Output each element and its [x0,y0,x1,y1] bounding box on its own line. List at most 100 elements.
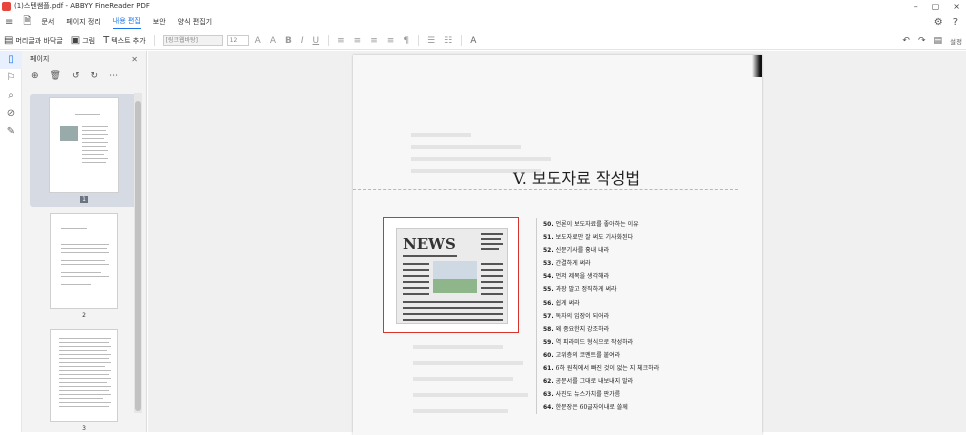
attachment-icon[interactable]: ⊘ [0,105,22,123]
news-image-selection[interactable]: NEWS [383,217,519,333]
more-options-icon[interactable]: ⋯ [109,71,118,81]
font-size-select[interactable]: 12 [226,35,249,46]
menu-edit-content[interactable]: 내용 편집 [112,16,141,29]
bookmark-icon[interactable]: ⚐ [0,69,22,87]
header-footer-icon: ▤ [4,35,14,46]
toc-item-53[interactable]: 53. 간결하게 써라 [537,257,686,270]
news-image-word: NEWS [403,235,456,253]
decrease-font-icon[interactable]: A [270,36,276,46]
toc-item-51[interactable]: 51. 보도자료만 잘 써도 기사화된다 [537,231,686,244]
rotate-right-icon[interactable]: ↻ [91,71,99,81]
save-icon[interactable]: 🗎 [23,14,31,31]
bullet-list-icon[interactable]: ☰ [427,36,435,46]
title-bar: (1)스텐쌤플.pdf - ABBYY FineReader PDF – ▢ × [0,0,966,12]
thumbnail-page-number: 3 [82,425,86,432]
align-justify-icon[interactable]: ≡ [387,36,395,46]
thumbnail-page-number: 2 [82,312,86,319]
settings-panel-icon[interactable]: ▤ [934,36,943,46]
menu-page-organize[interactable]: 페이지 정리 [66,17,100,27]
undo-icon[interactable]: ↶ [902,36,910,46]
header-footer-button[interactable]: ▤ 머리글과 바닥글 [4,35,63,46]
toc-item-57[interactable]: 57. 독자의 입장이 되어라 [537,310,686,323]
panel-title: 페이지 [30,55,50,63]
search-icon[interactable]: ⌕ [0,87,22,105]
text-box-icon: T [103,35,110,46]
thumbnail-news-image [60,126,78,141]
toolbar-divider [461,35,463,46]
bold-icon[interactable]: B [285,36,292,46]
menu-form-editor[interactable]: 양식 편집기 [178,17,212,27]
toc-item-64[interactable]: 64. 한문장은 60글자이내로 쓸께 [537,401,686,414]
bleed-through-text [413,393,528,397]
align-center-icon[interactable]: ≡ [354,36,362,46]
bleed-through-text [413,377,513,381]
picture-button[interactable]: ▣ 그림 [71,35,95,46]
align-right-icon[interactable]: ≡ [370,36,378,46]
text-color-icon[interactable]: A [470,36,476,46]
toc-list: 50. 언론이 보도자료를 좋아하는 이유 51. 보도자료만 잘 써도 기사화된다… [536,218,686,415]
toolbar-divider [328,35,330,46]
thumbnail-page-image [50,213,118,309]
maximize-button[interactable]: ▢ [932,2,940,11]
hamburger-menu-icon[interactable]: ≡ [5,17,13,28]
add-text-button[interactable]: T 텍스트 추가 [103,35,146,46]
news-photo-icon [433,261,477,293]
settings-gear-icon[interactable]: ⚙ [934,17,943,28]
pages-icon[interactable]: ▯ [0,51,22,69]
document-page[interactable]: V. 보도자료 작성법 NEWS 50. 언론이 보도자료를 좋아하는 이유 5… [353,55,762,435]
toc-item-52[interactable]: 52. 신문기사를 흉내 내라 [537,244,686,257]
toc-item-60[interactable]: 60. 고위층의 코멘트를 붙여라 [537,349,686,362]
rotate-left-icon[interactable]: ↺ [72,71,80,81]
toc-item-55[interactable]: 55. 과장 말고 정직하게 써라 [537,283,686,296]
document-view: V. 보도자료 작성법 NEWS 50. 언론이 보도자료를 좋아하는 이유 5… [148,51,966,435]
scrollbar-thumb[interactable] [135,101,141,411]
heading-divider [353,189,738,190]
toc-item-56[interactable]: 56. 쉽게 써라 [537,297,686,310]
toc-item-61[interactable]: 61. 6하 원칙에서 빠진 것이 없는 지 체크하라 [537,362,686,375]
align-left-icon[interactable]: ≡ [337,36,345,46]
toolbar-divider [418,35,420,46]
settings-label[interactable]: 설정 [950,36,962,46]
bleed-through-text [413,361,523,365]
font-family-select[interactable]: [링크웹바탕] [162,35,223,46]
delete-page-icon[interactable]: 🗑 [50,71,61,81]
page-thumbnail-3[interactable]: 3 [30,329,138,432]
menu-document[interactable]: 문서 [41,17,54,27]
thumbnail-page-image [49,97,119,193]
edit-toolbar: ▤ 머리글과 바닥글 ▣ 그림 T 텍스트 추가 [링크웹바탕] 12 A A … [0,32,966,50]
toc-item-54[interactable]: 54. 먼저 제목을 생각해라 [537,270,686,283]
pages-panel: 페이지 ✕ ⊕ 🗑 ↺ ↻ ⋯ 1 2 3 [22,51,147,432]
page-heading[interactable]: V. 보도자료 작성법 [513,165,640,189]
toc-item-62[interactable]: 62. 공문서를 그대로 내보내지 말라 [537,375,686,388]
toc-item-59[interactable]: 59. 역 피라미드 형식으로 작성하라 [537,336,686,349]
page-thumbnail-1[interactable]: 1 [30,94,138,207]
menu-security[interactable]: 보안 [153,17,166,27]
thumbnail-scrollbar[interactable] [134,93,142,413]
toc-item-58[interactable]: 58. 왜 중요한지 강조하라 [537,323,686,336]
italic-icon[interactable]: I [301,36,304,46]
left-sidebar-strip: ▯ ⚐ ⌕ ⊘ ✎ [0,51,22,432]
thumbnail-page-image [50,329,118,422]
page-corner-shadow [752,55,762,77]
toc-item-63[interactable]: 63. 사진도 뉴스가치를 판가름 [537,388,686,401]
bleed-through-text [413,409,508,413]
underline-icon[interactable]: U [313,36,320,46]
bleed-through-text [411,157,551,161]
panel-close-icon[interactable]: ✕ [131,55,138,64]
minimize-button[interactable]: – [914,2,918,11]
signature-icon[interactable]: ✎ [0,123,22,141]
numbered-list-icon[interactable]: ☷ [444,36,452,46]
help-icon[interactable]: ? [953,17,958,28]
insert-page-icon[interactable]: ⊕ [31,71,39,81]
redo-icon[interactable]: ↷ [918,36,926,46]
paragraph-icon[interactable]: ¶ [403,36,409,46]
increase-font-icon[interactable]: A [255,36,261,46]
window-title: (1)스텐쌤플.pdf - ABBYY FineReader PDF [14,2,150,10]
thumbnail-list: 1 2 3 [22,91,138,432]
close-button[interactable]: × [953,2,960,11]
menu-bar: ≡ 🗎 문서 페이지 정리 내용 편집 보안 양식 편집기 ⚙ ? [0,12,966,32]
toolbar-divider [153,35,155,46]
bleed-through-text [411,145,521,149]
page-thumbnail-2[interactable]: 2 [30,213,138,321]
toc-item-50[interactable]: 50. 언론이 보도자료를 좋아하는 이유 [537,218,686,231]
